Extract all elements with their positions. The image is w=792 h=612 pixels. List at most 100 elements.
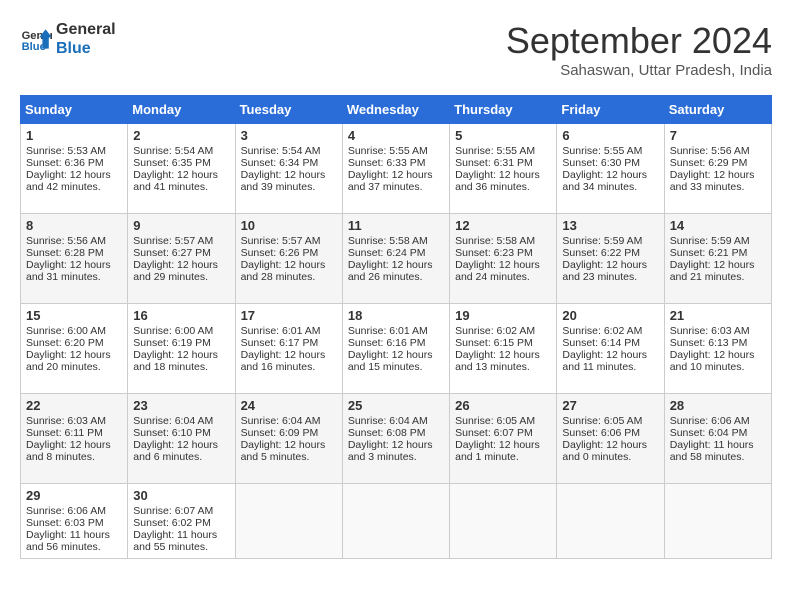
calendar-cell bbox=[342, 484, 449, 559]
calendar-cell bbox=[450, 484, 557, 559]
calendar-cell: 4 Sunrise: 5:55 AM Sunset: 6:33 PM Dayli… bbox=[342, 124, 449, 214]
calendar-cell: 28 Sunrise: 6:06 AM Sunset: 6:04 PM Dayl… bbox=[664, 394, 771, 484]
sunrise-text: Sunrise: 6:02 AM bbox=[455, 325, 535, 337]
day-number: 5 bbox=[455, 128, 551, 143]
calendar-week-row: 1 Sunrise: 5:53 AM Sunset: 6:36 PM Dayli… bbox=[21, 124, 772, 214]
day-number: 12 bbox=[455, 218, 551, 233]
daylight-text: Daylight: 12 hours and 3 minutes. bbox=[348, 439, 433, 463]
sunrise-text: Sunrise: 6:07 AM bbox=[133, 505, 213, 517]
calendar-cell: 16 Sunrise: 6:00 AM Sunset: 6:19 PM Dayl… bbox=[128, 304, 235, 394]
calendar-cell bbox=[557, 484, 664, 559]
sunset-text: Sunset: 6:13 PM bbox=[670, 337, 748, 349]
day-number: 3 bbox=[241, 128, 337, 143]
daylight-text: Daylight: 12 hours and 10 minutes. bbox=[670, 349, 755, 373]
daylight-text: Daylight: 12 hours and 20 minutes. bbox=[26, 349, 111, 373]
calendar-cell: 12 Sunrise: 5:58 AM Sunset: 6:23 PM Dayl… bbox=[450, 214, 557, 304]
daylight-text: Daylight: 12 hours and 28 minutes. bbox=[241, 259, 326, 283]
sunset-text: Sunset: 6:02 PM bbox=[133, 517, 211, 529]
calendar-cell: 8 Sunrise: 5:56 AM Sunset: 6:28 PM Dayli… bbox=[21, 214, 128, 304]
sunset-text: Sunset: 6:03 PM bbox=[26, 517, 104, 529]
calendar-cell: 23 Sunrise: 6:04 AM Sunset: 6:10 PM Dayl… bbox=[128, 394, 235, 484]
daylight-text: Daylight: 12 hours and 8 minutes. bbox=[26, 439, 111, 463]
sunset-text: Sunset: 6:27 PM bbox=[133, 247, 211, 259]
sunrise-text: Sunrise: 5:57 AM bbox=[241, 235, 321, 247]
calendar-cell: 27 Sunrise: 6:05 AM Sunset: 6:06 PM Dayl… bbox=[557, 394, 664, 484]
calendar-cell: 18 Sunrise: 6:01 AM Sunset: 6:16 PM Dayl… bbox=[342, 304, 449, 394]
calendar-table: SundayMondayTuesdayWednesdayThursdayFrid… bbox=[20, 95, 772, 559]
sunset-text: Sunset: 6:30 PM bbox=[562, 157, 640, 169]
title-block: September 2024 Sahaswan, Uttar Pradesh, … bbox=[506, 20, 772, 79]
daylight-text: Daylight: 12 hours and 39 minutes. bbox=[241, 169, 326, 193]
sunset-text: Sunset: 6:06 PM bbox=[562, 427, 640, 439]
daylight-text: Daylight: 12 hours and 5 minutes. bbox=[241, 439, 326, 463]
logo-icon: General Blue bbox=[20, 23, 52, 55]
sunset-text: Sunset: 6:31 PM bbox=[455, 157, 533, 169]
daylight-text: Daylight: 11 hours and 55 minutes. bbox=[133, 529, 217, 553]
calendar-cell: 3 Sunrise: 5:54 AM Sunset: 6:34 PM Dayli… bbox=[235, 124, 342, 214]
sunset-text: Sunset: 6:28 PM bbox=[26, 247, 104, 259]
day-number: 2 bbox=[133, 128, 229, 143]
sunrise-text: Sunrise: 6:00 AM bbox=[133, 325, 213, 337]
day-number: 26 bbox=[455, 398, 551, 413]
calendar-cell: 15 Sunrise: 6:00 AM Sunset: 6:20 PM Dayl… bbox=[21, 304, 128, 394]
day-header-friday: Friday bbox=[557, 96, 664, 124]
sunset-text: Sunset: 6:09 PM bbox=[241, 427, 319, 439]
day-header-monday: Monday bbox=[128, 96, 235, 124]
calendar-cell: 24 Sunrise: 6:04 AM Sunset: 6:09 PM Dayl… bbox=[235, 394, 342, 484]
sunset-text: Sunset: 6:04 PM bbox=[670, 427, 748, 439]
daylight-text: Daylight: 12 hours and 0 minutes. bbox=[562, 439, 647, 463]
sunrise-text: Sunrise: 5:56 AM bbox=[26, 235, 106, 247]
daylight-text: Daylight: 12 hours and 33 minutes. bbox=[670, 169, 755, 193]
sunset-text: Sunset: 6:24 PM bbox=[348, 247, 426, 259]
calendar-cell: 7 Sunrise: 5:56 AM Sunset: 6:29 PM Dayli… bbox=[664, 124, 771, 214]
sunrise-text: Sunrise: 5:58 AM bbox=[348, 235, 428, 247]
sunrise-text: Sunrise: 6:04 AM bbox=[348, 415, 428, 427]
sunset-text: Sunset: 6:34 PM bbox=[241, 157, 319, 169]
sunset-text: Sunset: 6:33 PM bbox=[348, 157, 426, 169]
day-header-tuesday: Tuesday bbox=[235, 96, 342, 124]
sunset-text: Sunset: 6:17 PM bbox=[241, 337, 319, 349]
calendar-cell: 20 Sunrise: 6:02 AM Sunset: 6:14 PM Dayl… bbox=[557, 304, 664, 394]
daylight-text: Daylight: 12 hours and 42 minutes. bbox=[26, 169, 111, 193]
day-number: 27 bbox=[562, 398, 658, 413]
sunrise-text: Sunrise: 5:58 AM bbox=[455, 235, 535, 247]
sunrise-text: Sunrise: 5:55 AM bbox=[562, 145, 642, 157]
calendar-week-row: 22 Sunrise: 6:03 AM Sunset: 6:11 PM Dayl… bbox=[21, 394, 772, 484]
calendar-cell: 5 Sunrise: 5:55 AM Sunset: 6:31 PM Dayli… bbox=[450, 124, 557, 214]
day-header-wednesday: Wednesday bbox=[342, 96, 449, 124]
daylight-text: Daylight: 12 hours and 36 minutes. bbox=[455, 169, 540, 193]
calendar-cell: 14 Sunrise: 5:59 AM Sunset: 6:21 PM Dayl… bbox=[664, 214, 771, 304]
sunset-text: Sunset: 6:19 PM bbox=[133, 337, 211, 349]
day-number: 25 bbox=[348, 398, 444, 413]
daylight-text: Daylight: 12 hours and 31 minutes. bbox=[26, 259, 111, 283]
calendar-cell: 19 Sunrise: 6:02 AM Sunset: 6:15 PM Dayl… bbox=[450, 304, 557, 394]
sunset-text: Sunset: 6:36 PM bbox=[26, 157, 104, 169]
sunrise-text: Sunrise: 5:54 AM bbox=[241, 145, 321, 157]
day-number: 8 bbox=[26, 218, 122, 233]
calendar-cell: 25 Sunrise: 6:04 AM Sunset: 6:08 PM Dayl… bbox=[342, 394, 449, 484]
daylight-text: Daylight: 12 hours and 37 minutes. bbox=[348, 169, 433, 193]
calendar-cell: 6 Sunrise: 5:55 AM Sunset: 6:30 PM Dayli… bbox=[557, 124, 664, 214]
day-number: 7 bbox=[670, 128, 766, 143]
day-number: 17 bbox=[241, 308, 337, 323]
sunrise-text: Sunrise: 6:01 AM bbox=[241, 325, 321, 337]
sunset-text: Sunset: 6:26 PM bbox=[241, 247, 319, 259]
sunset-text: Sunset: 6:14 PM bbox=[562, 337, 640, 349]
day-number: 21 bbox=[670, 308, 766, 323]
svg-text:Blue: Blue bbox=[22, 41, 46, 53]
sunrise-text: Sunrise: 6:04 AM bbox=[241, 415, 321, 427]
daylight-text: Daylight: 12 hours and 34 minutes. bbox=[562, 169, 647, 193]
sunrise-text: Sunrise: 6:01 AM bbox=[348, 325, 428, 337]
sunrise-text: Sunrise: 6:06 AM bbox=[26, 505, 106, 517]
sunset-text: Sunset: 6:08 PM bbox=[348, 427, 426, 439]
calendar-week-row: 29 Sunrise: 6:06 AM Sunset: 6:03 PM Dayl… bbox=[21, 484, 772, 559]
sunrise-text: Sunrise: 6:03 AM bbox=[670, 325, 750, 337]
location: Sahaswan, Uttar Pradesh, India bbox=[506, 62, 772, 79]
daylight-text: Daylight: 12 hours and 24 minutes. bbox=[455, 259, 540, 283]
calendar-cell bbox=[235, 484, 342, 559]
calendar-cell: 22 Sunrise: 6:03 AM Sunset: 6:11 PM Dayl… bbox=[21, 394, 128, 484]
daylight-text: Daylight: 12 hours and 16 minutes. bbox=[241, 349, 326, 373]
calendar-cell: 17 Sunrise: 6:01 AM Sunset: 6:17 PM Dayl… bbox=[235, 304, 342, 394]
day-number: 22 bbox=[26, 398, 122, 413]
day-number: 6 bbox=[562, 128, 658, 143]
